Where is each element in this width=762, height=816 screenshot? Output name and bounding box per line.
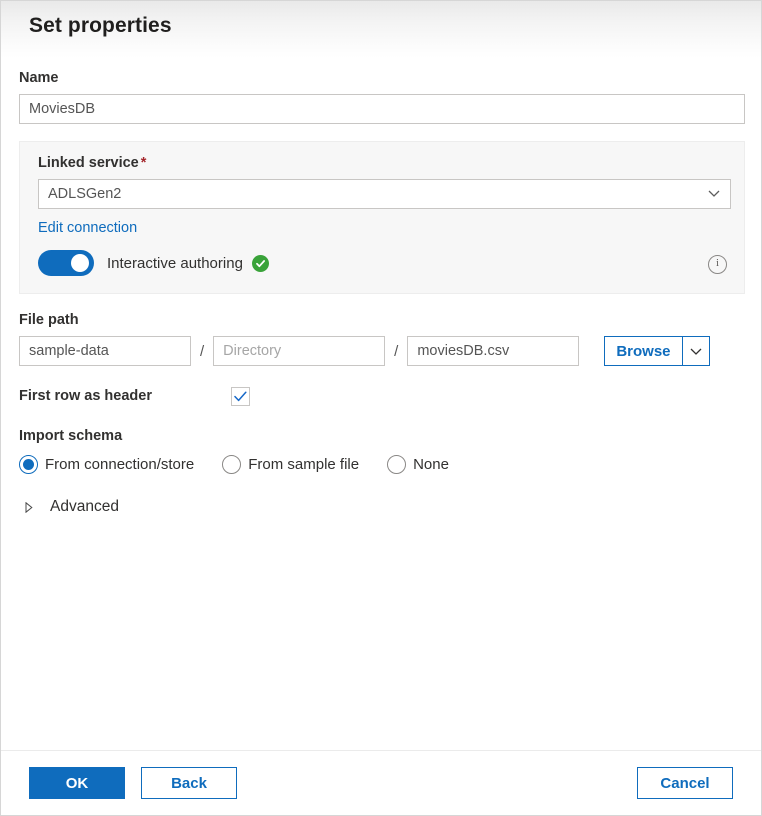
linked-service-panel: Linked service* Edit connection Interact…	[19, 141, 745, 294]
page-title: Set properties	[29, 14, 172, 38]
interactive-authoring-label: Interactive authoring	[107, 255, 243, 272]
info-circle-icon[interactable]: i	[708, 255, 727, 274]
radio-option-none[interactable]: None	[387, 455, 449, 474]
triangle-right-glyph	[25, 502, 33, 513]
checkmark-glyph	[254, 257, 267, 270]
check-circle-icon	[252, 255, 269, 272]
set-properties-dialog: Set properties Name Linked service* Edit…	[0, 0, 762, 816]
first-row-header-label: First row as header	[19, 388, 231, 405]
radio-button-none[interactable]	[387, 455, 406, 474]
first-row-header-row: First row as header	[19, 387, 743, 406]
triangle-right-icon	[25, 502, 38, 513]
first-row-header-checkbox[interactable]	[231, 387, 250, 406]
dialog-footer: OK Back Cancel	[1, 750, 761, 815]
browse-button-group: Browse	[604, 336, 709, 366]
path-separator-2: /	[394, 343, 398, 360]
path-separator-1: /	[200, 343, 204, 360]
file-path-container-input[interactable]	[19, 336, 191, 366]
name-field-group: Name	[19, 58, 743, 124]
linked-service-label-text: Linked service	[38, 155, 139, 171]
import-schema-radio-row: From connection/store From sample file N…	[19, 455, 743, 474]
checkmark-icon	[234, 391, 247, 402]
linked-service-select[interactable]	[38, 179, 731, 209]
back-button[interactable]: Back	[141, 767, 237, 799]
radio-label-from-sample-file: From sample file	[248, 456, 359, 473]
radio-button-from-sample-file[interactable]	[222, 455, 241, 474]
dialog-body: Name Linked service* Edit connection Int…	[1, 58, 761, 750]
file-path-row: / / Browse	[19, 336, 743, 366]
browse-dropdown-button[interactable]	[683, 336, 710, 366]
name-input[interactable]	[19, 94, 745, 124]
radio-button-from-connection-store[interactable]	[19, 455, 38, 474]
interactive-authoring-row: Interactive authoring	[38, 250, 726, 276]
radio-option-from-connection-store[interactable]: From connection/store	[19, 455, 194, 474]
radio-label-none: None	[413, 456, 449, 473]
advanced-expander[interactable]: Advanced	[19, 498, 149, 516]
import-schema-group: Import schema From connection/store From…	[19, 428, 743, 474]
radio-option-from-sample-file[interactable]: From sample file	[222, 455, 359, 474]
dialog-header: Set properties	[1, 1, 761, 58]
chevron-down-icon	[690, 348, 702, 355]
advanced-label: Advanced	[50, 498, 119, 516]
linked-service-label: Linked service*	[38, 155, 726, 172]
browse-button[interactable]: Browse	[604, 336, 682, 366]
required-asterisk: *	[141, 155, 147, 171]
ok-button[interactable]: OK	[29, 767, 125, 799]
cancel-button[interactable]: Cancel	[637, 767, 733, 799]
toggle-knob	[71, 254, 89, 272]
interactive-authoring-toggle[interactable]	[38, 250, 94, 276]
linked-service-select-wrapper	[38, 179, 731, 209]
file-path-group: File path / / Browse	[19, 312, 743, 366]
file-path-file-input[interactable]	[407, 336, 579, 366]
edit-connection-link[interactable]: Edit connection	[38, 220, 137, 236]
name-label: Name	[19, 70, 743, 87]
import-schema-label: Import schema	[19, 428, 743, 445]
file-path-directory-input[interactable]	[213, 336, 385, 366]
file-path-label: File path	[19, 312, 743, 329]
radio-label-from-connection-store: From connection/store	[45, 456, 194, 473]
